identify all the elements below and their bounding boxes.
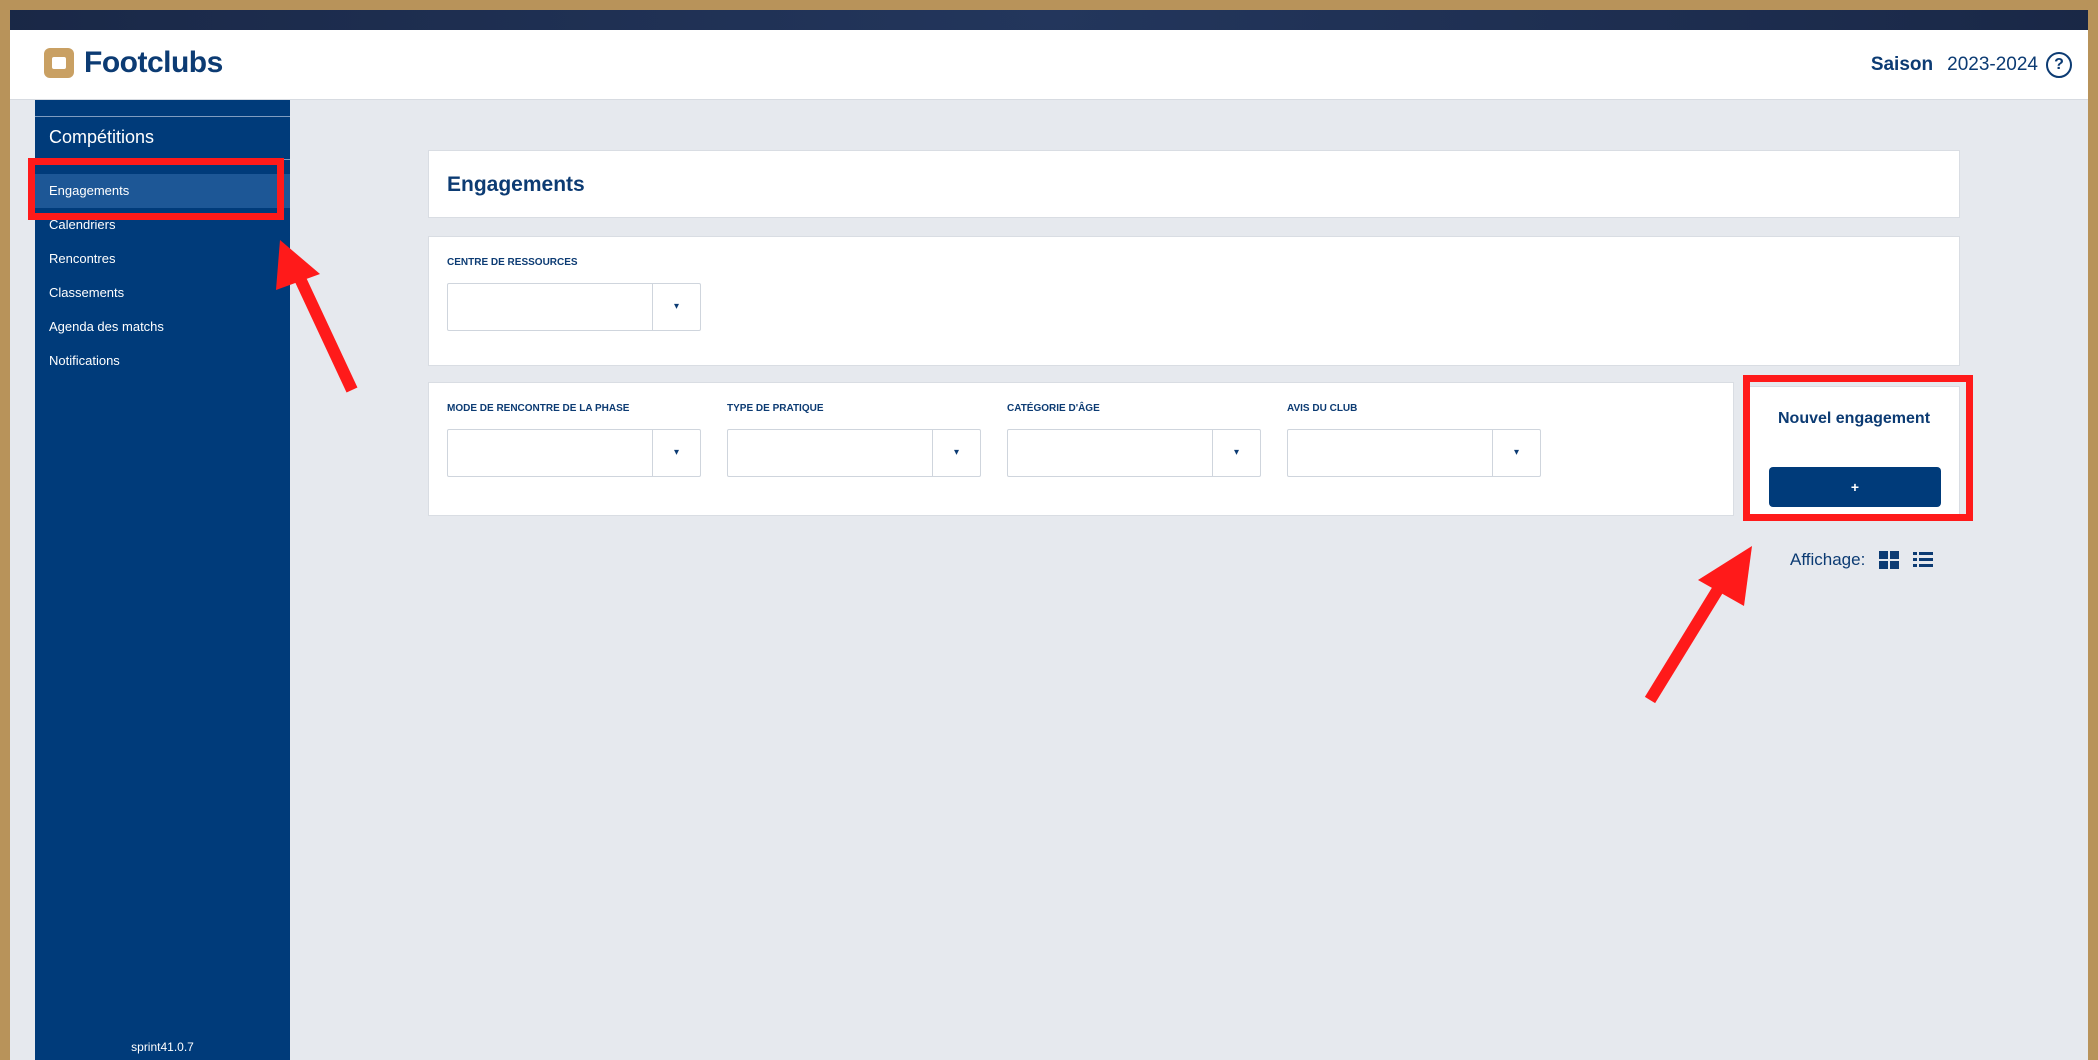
chevron-down-icon[interactable]: ▾ — [652, 284, 700, 330]
help-icon[interactable]: ? — [2046, 52, 2072, 78]
sidebar: Compétitions Engagements Calendriers Ren… — [35, 100, 290, 1060]
chevron-down-icon[interactable]: ▾ — [1212, 430, 1260, 476]
footclubs-logo-icon — [44, 48, 74, 78]
season-label: Saison — [1870, 54, 1934, 75]
filter-select-age[interactable]: ▾ — [1007, 429, 1261, 477]
brand-name: Footclubs — [84, 46, 223, 79]
chevron-down-icon[interactable]: ▾ — [652, 430, 700, 476]
sidebar-item-agenda-des-matchs[interactable]: Agenda des matchs — [35, 310, 290, 344]
display-toggle: Affichage: — [1790, 550, 1934, 570]
sidebar-item-notifications[interactable]: Notifications — [35, 344, 290, 378]
page-title: Engagements — [447, 173, 585, 196]
resource-filter-card: CENTRE DE RESSOURCES ▾ — [428, 236, 1960, 366]
filters-card: MODE DE RENCONTRE DE LA PHASE ▾ TYPE DE … — [428, 382, 1734, 516]
chevron-down-icon[interactable]: ▾ — [932, 430, 980, 476]
annotation-highlight-new-engagement — [1743, 375, 1973, 521]
filter-label-type: TYPE DE PRATIQUE — [727, 403, 824, 414]
list-view-icon[interactable] — [1913, 552, 1934, 568]
annotation-highlight-engagements — [28, 158, 284, 220]
filter-label-age: CATÉGORIE D'ÂGE — [1007, 403, 1100, 414]
sidebar-section-competitions[interactable]: Compétitions — [35, 116, 290, 160]
season-selector[interactable]: Saison 2023-2024 ? — [1871, 52, 2072, 78]
grid-view-icon[interactable] — [1879, 551, 1900, 569]
resource-centre-select[interactable]: ▾ — [447, 283, 701, 331]
top-bar: Footclubs Saison 2023-2024 ? — [10, 30, 2088, 100]
filter-label-mode: MODE DE RENCONTRE DE LA PHASE — [447, 403, 630, 414]
filter-select-mode[interactable]: ▾ — [447, 429, 701, 477]
annotation-arrow-sidebar-icon — [276, 240, 358, 393]
brand-logo[interactable]: Footclubs — [44, 46, 223, 80]
sidebar-item-rencontres[interactable]: Rencontres — [35, 242, 290, 276]
filter-label-avis: AVIS DU CLUB — [1287, 403, 1358, 414]
app-version: sprint41.0.7 — [131, 1040, 194, 1054]
page-header-card: Engagements — [428, 150, 1960, 218]
annotation-arrow-new-engagement-icon — [1644, 546, 1752, 704]
filter-select-avis[interactable]: ▾ — [1287, 429, 1541, 477]
sidebar-item-classements[interactable]: Classements — [35, 276, 290, 310]
filter-select-type[interactable]: ▾ — [727, 429, 981, 477]
app-window: Footclubs Saison 2023-2024 ? Compétition… — [10, 30, 2088, 1060]
chevron-down-icon[interactable]: ▾ — [1492, 430, 1540, 476]
resource-centre-label: CENTRE DE RESSOURCES — [447, 257, 578, 268]
season-value[interactable]: 2023-2024 — [1947, 54, 2038, 76]
display-label: Affichage: — [1790, 550, 1866, 569]
